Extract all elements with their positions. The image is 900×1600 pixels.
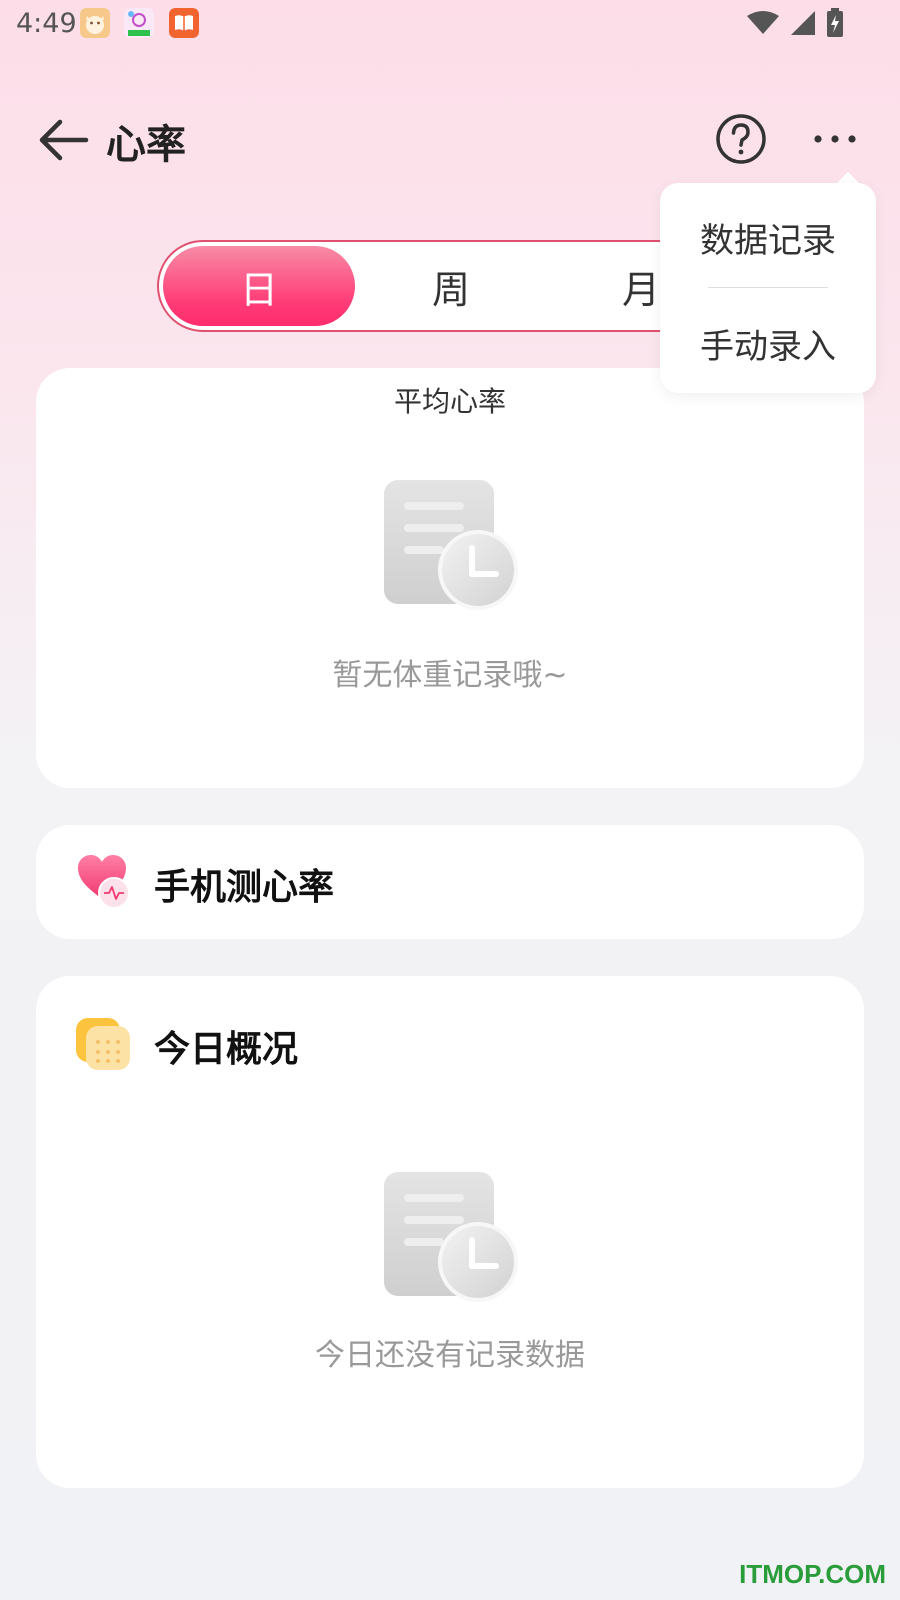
watermark: ITMOP.COM <box>739 1559 886 1589</box>
page-title: 心率 <box>106 122 186 168</box>
calendar-icon <box>76 1018 130 1070</box>
status-time: 4:49 <box>16 8 77 39</box>
empty-clipboard-clock-icon <box>384 1172 518 1302</box>
cellular-icon <box>791 11 815 35</box>
battery-charging-icon <box>827 8 843 37</box>
menu-divider <box>708 287 828 288</box>
status-bar: 4:49 <box>0 0 900 48</box>
top-bar: 心率 <box>0 100 900 180</box>
phone-heart-rate-title: 手机测心率 <box>154 867 335 908</box>
average-heart-rate-card: 平均心率 暂无体重记录哦~ <box>36 368 864 788</box>
wifi-icon <box>747 11 779 34</box>
question-circle-icon[interactable] <box>714 112 768 166</box>
more-dots-icon[interactable] <box>810 120 860 158</box>
average-empty-text: 暂无体重记录哦~ <box>332 658 568 693</box>
more-menu: 数据记录 手动录入 <box>660 183 876 393</box>
today-empty-text: 今日还没有记录数据 <box>315 1338 585 1373</box>
tab-week[interactable]: 周 <box>355 246 547 326</box>
tab-day[interactable]: 日 <box>163 246 355 326</box>
status-indicators <box>746 8 844 38</box>
phone-heart-rate-card[interactable]: 手机测心率 <box>36 825 864 939</box>
today-overview-card: 今日概况 今日还没有记录数据 <box>36 976 864 1488</box>
cat-app-icon <box>80 8 110 38</box>
today-overview-title: 今日概况 <box>154 1029 299 1070</box>
flower-app-icon <box>124 8 154 38</box>
arrow-left-icon[interactable] <box>36 114 92 166</box>
heart-pulse-icon <box>78 855 130 909</box>
book-app-icon <box>169 8 199 38</box>
menu-item-manual-entry[interactable]: 手动录入 <box>660 319 876 368</box>
empty-clipboard-clock-icon <box>384 480 518 610</box>
menu-item-data-records[interactable]: 数据记录 <box>660 213 876 262</box>
period-tabs: 日 周 月 <box>157 240 747 332</box>
